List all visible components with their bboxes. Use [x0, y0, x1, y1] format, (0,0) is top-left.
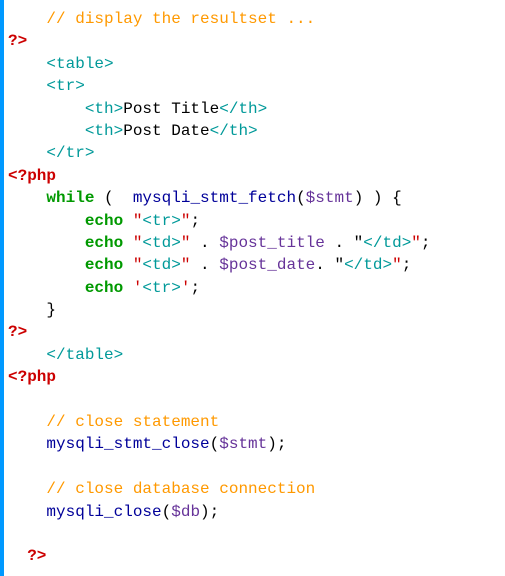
string-quote: "	[123, 256, 142, 274]
html-tag: <th>	[85, 122, 123, 140]
variable: $stmt	[219, 435, 267, 453]
html-tag: <th>	[85, 100, 123, 118]
variable: $stmt	[306, 189, 354, 207]
concat: .	[190, 234, 219, 252]
brace: }	[46, 301, 56, 319]
string-quote: "	[181, 212, 191, 230]
string-tag: </td>	[363, 234, 411, 252]
comment-line: // display the resultset ...	[46, 10, 315, 28]
keyword: while	[46, 189, 94, 207]
php-open-tag: <?php	[8, 167, 56, 185]
string-quote: "	[123, 212, 142, 230]
php-close-tag: ?>	[27, 547, 46, 565]
paren: (	[162, 503, 172, 521]
concat: . "	[315, 256, 344, 274]
keyword: echo	[85, 279, 123, 297]
string-tag: <td>	[142, 256, 180, 274]
paren: )	[267, 435, 277, 453]
concat: .	[190, 256, 219, 274]
html-tag: </th>	[219, 100, 267, 118]
keyword: echo	[85, 212, 123, 230]
string-tag: <tr>	[142, 212, 180, 230]
html-tag: </tr>	[46, 144, 94, 162]
function-call: mysqli_close	[46, 503, 161, 521]
string-quote: "	[411, 234, 421, 252]
string-quote: "	[392, 256, 402, 274]
keyword: echo	[85, 234, 123, 252]
string-quote: "	[181, 256, 191, 274]
semicolon: ;	[210, 503, 220, 521]
function-call: mysqli_stmt_fetch	[133, 189, 296, 207]
html-tag: </th>	[210, 122, 258, 140]
paren: )	[354, 189, 364, 207]
keyword: echo	[85, 256, 123, 274]
string-tag: <tr>	[142, 279, 180, 297]
php-open-tag: <?php	[8, 368, 56, 386]
semicolon: ;	[277, 435, 287, 453]
string-tag: <td>	[142, 234, 180, 252]
variable: $post_date	[219, 256, 315, 274]
comment-line: // close database connection	[46, 480, 315, 498]
semicolon: ;	[190, 279, 200, 297]
paren: (	[296, 189, 306, 207]
string-quote: "	[123, 234, 142, 252]
php-close-tag: ?>	[8, 323, 27, 341]
concat: . "	[325, 234, 363, 252]
php-close-tag: ?>	[8, 32, 27, 50]
function-call: mysqli_stmt_close	[46, 435, 209, 453]
text-content: Post Date	[123, 122, 209, 140]
code-block: // display the resultset ... ?> <table> …	[0, 0, 505, 576]
html-tag: </table>	[46, 346, 123, 364]
string-quote: '	[123, 279, 142, 297]
paren: ) {	[363, 189, 401, 207]
paren: (	[210, 435, 220, 453]
variable: $db	[171, 503, 200, 521]
variable: $post_title	[219, 234, 325, 252]
semicolon: ;	[190, 212, 200, 230]
semicolon: ;	[421, 234, 431, 252]
html-tag: <tr>	[46, 77, 84, 95]
string-quote: '	[181, 279, 191, 297]
semicolon: ;	[402, 256, 412, 274]
comment-line: // close statement	[46, 413, 219, 431]
string-quote: "	[181, 234, 191, 252]
paren: )	[200, 503, 210, 521]
text-content: Post Title	[123, 100, 219, 118]
string-tag: </td>	[344, 256, 392, 274]
paren: (	[94, 189, 132, 207]
html-tag: <table>	[46, 55, 113, 73]
